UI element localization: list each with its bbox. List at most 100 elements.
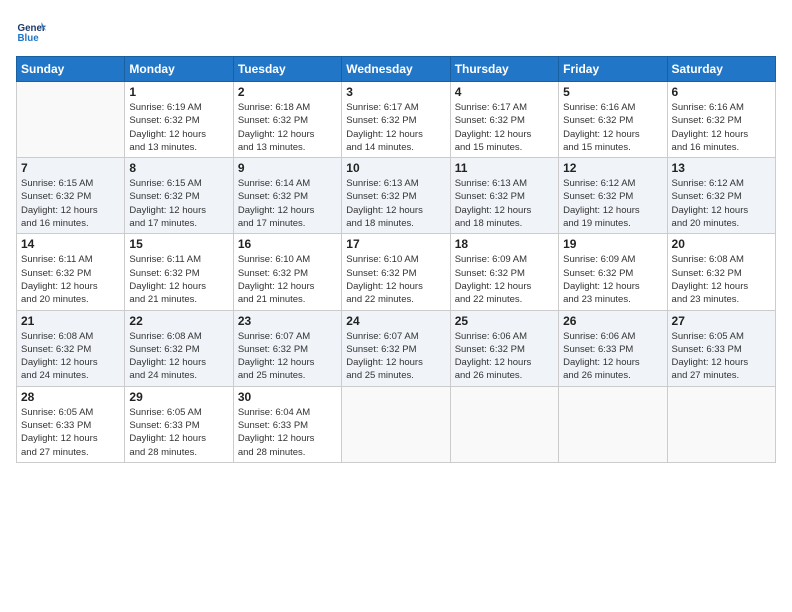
day-number: 9 <box>238 161 337 175</box>
calendar-cell: 5 Sunrise: 6:16 AMSunset: 6:32 PMDaylight… <box>559 82 667 158</box>
day-info: Sunrise: 6:06 AMSunset: 6:32 PMDaylight:… <box>455 330 554 383</box>
day-number: 12 <box>563 161 662 175</box>
day-info: Sunrise: 6:11 AMSunset: 6:32 PMDaylight:… <box>21 253 120 306</box>
calendar-cell: 17Sunrise: 6:10 AMSunset: 6:32 PMDayligh… <box>342 234 450 310</box>
day-number: 17 <box>346 237 445 251</box>
day-number: 14 <box>21 237 120 251</box>
calendar-cell: 19 Sunrise: 6:09 AMSunset: 6:32 PMDayligh… <box>559 234 667 310</box>
logo: General Blue <box>16 16 46 46</box>
calendar-cell: 25 Sunrise: 6:06 AMSunset: 6:32 PMDayligh… <box>450 310 558 386</box>
day-number: 30 <box>238 390 337 404</box>
day-number: 29 <box>129 390 228 404</box>
day-info: Sunrise: 6:15 AMSunset: 6:32 PMDaylight:… <box>21 177 120 230</box>
day-number: 20 <box>672 237 771 251</box>
day-number: 5 <box>563 85 662 99</box>
day-info: Sunrise: 6:18 AMSunset: 6:32 PMDaylight:… <box>238 101 337 154</box>
calendar-cell <box>667 386 775 462</box>
day-info: Sunrise: 6:07 AMSunset: 6:32 PMDaylight:… <box>346 330 445 383</box>
calendar-cell: 24 Sunrise: 6:07 AMSunset: 6:32 PMDayligh… <box>342 310 450 386</box>
day-number: 13 <box>672 161 771 175</box>
day-info: Sunrise: 6:15 AMSunset: 6:32 PMDaylight:… <box>129 177 228 230</box>
calendar-cell: 22 Sunrise: 6:08 AMSunset: 6:32 PMDayligh… <box>125 310 233 386</box>
day-number: 8 <box>129 161 228 175</box>
day-info: Sunrise: 6:16 AMSunset: 6:32 PMDaylight:… <box>672 101 771 154</box>
day-info: Sunrise: 6:09 AMSunset: 6:32 PMDaylight:… <box>563 253 662 306</box>
day-number: 25 <box>455 314 554 328</box>
calendar-cell: 29 Sunrise: 6:05 AMSunset: 6:33 PMDayligh… <box>125 386 233 462</box>
calendar-week-row: 1 Sunrise: 6:19 AMSunset: 6:32 PMDaylight… <box>17 82 776 158</box>
day-info: Sunrise: 6:08 AMSunset: 6:32 PMDaylight:… <box>21 330 120 383</box>
day-number: 1 <box>129 85 228 99</box>
day-info: Sunrise: 6:11 AMSunset: 6:32 PMDaylight:… <box>129 253 228 306</box>
day-info: Sunrise: 6:05 AMSunset: 6:33 PMDaylight:… <box>21 406 120 459</box>
calendar-cell: 30 Sunrise: 6:04 AMSunset: 6:33 PMDayligh… <box>233 386 341 462</box>
day-info: Sunrise: 6:05 AMSunset: 6:33 PMDaylight:… <box>129 406 228 459</box>
day-info: Sunrise: 6:19 AMSunset: 6:32 PMDaylight:… <box>129 101 228 154</box>
calendar-cell: 27 Sunrise: 6:05 AMSunset: 6:33 PMDayligh… <box>667 310 775 386</box>
weekday-header-saturday: Saturday <box>667 57 775 82</box>
calendar-cell: 3 Sunrise: 6:17 AMSunset: 6:32 PMDaylight… <box>342 82 450 158</box>
day-number: 27 <box>672 314 771 328</box>
day-number: 10 <box>346 161 445 175</box>
day-number: 4 <box>455 85 554 99</box>
calendar-cell: 6 Sunrise: 6:16 AMSunset: 6:32 PMDaylight… <box>667 82 775 158</box>
calendar-cell: 12 Sunrise: 6:12 AMSunset: 6:32 PMDayligh… <box>559 158 667 234</box>
day-number: 26 <box>563 314 662 328</box>
day-info: Sunrise: 6:08 AMSunset: 6:32 PMDaylight:… <box>672 253 771 306</box>
day-number: 6 <box>672 85 771 99</box>
calendar-cell <box>450 386 558 462</box>
day-info: Sunrise: 6:09 AMSunset: 6:32 PMDaylight:… <box>455 253 554 306</box>
day-info: Sunrise: 6:04 AMSunset: 6:33 PMDaylight:… <box>238 406 337 459</box>
calendar-cell: 4 Sunrise: 6:17 AMSunset: 6:32 PMDaylight… <box>450 82 558 158</box>
calendar-cell: 11 Sunrise: 6:13 AMSunset: 6:32 PMDayligh… <box>450 158 558 234</box>
calendar-week-row: 28Sunrise: 6:05 AMSunset: 6:33 PMDayligh… <box>17 386 776 462</box>
day-number: 18 <box>455 237 554 251</box>
day-info: Sunrise: 6:12 AMSunset: 6:32 PMDaylight:… <box>672 177 771 230</box>
day-number: 19 <box>563 237 662 251</box>
calendar-cell: 23 Sunrise: 6:07 AMSunset: 6:32 PMDayligh… <box>233 310 341 386</box>
day-number: 2 <box>238 85 337 99</box>
day-info: Sunrise: 6:14 AMSunset: 6:32 PMDaylight:… <box>238 177 337 230</box>
calendar-cell: 28Sunrise: 6:05 AMSunset: 6:33 PMDayligh… <box>17 386 125 462</box>
day-info: Sunrise: 6:13 AMSunset: 6:32 PMDaylight:… <box>455 177 554 230</box>
day-number: 3 <box>346 85 445 99</box>
calendar-cell: 8 Sunrise: 6:15 AMSunset: 6:32 PMDaylight… <box>125 158 233 234</box>
day-info: Sunrise: 6:12 AMSunset: 6:32 PMDaylight:… <box>563 177 662 230</box>
day-info: Sunrise: 6:16 AMSunset: 6:32 PMDaylight:… <box>563 101 662 154</box>
day-info: Sunrise: 6:05 AMSunset: 6:33 PMDaylight:… <box>672 330 771 383</box>
day-number: 22 <box>129 314 228 328</box>
calendar-cell: 18 Sunrise: 6:09 AMSunset: 6:32 PMDayligh… <box>450 234 558 310</box>
page-header: General Blue <box>16 16 776 46</box>
day-number: 16 <box>238 237 337 251</box>
day-number: 15 <box>129 237 228 251</box>
weekday-header-wednesday: Wednesday <box>342 57 450 82</box>
day-info: Sunrise: 6:13 AMSunset: 6:32 PMDaylight:… <box>346 177 445 230</box>
calendar-cell: 9 Sunrise: 6:14 AMSunset: 6:32 PMDaylight… <box>233 158 341 234</box>
calendar-week-row: 14 Sunrise: 6:11 AMSunset: 6:32 PMDayligh… <box>17 234 776 310</box>
calendar-table: SundayMondayTuesdayWednesdayThursdayFrid… <box>16 56 776 463</box>
calendar-cell: 14 Sunrise: 6:11 AMSunset: 6:32 PMDayligh… <box>17 234 125 310</box>
calendar-cell: 10 Sunrise: 6:13 AMSunset: 6:32 PMDayligh… <box>342 158 450 234</box>
calendar-week-row: 7 Sunrise: 6:15 AMSunset: 6:32 PMDaylight… <box>17 158 776 234</box>
day-number: 7 <box>21 161 120 175</box>
calendar-cell: 15 Sunrise: 6:11 AMSunset: 6:32 PMDayligh… <box>125 234 233 310</box>
calendar-cell <box>17 82 125 158</box>
calendar-header-row: SundayMondayTuesdayWednesdayThursdayFrid… <box>17 57 776 82</box>
day-info: Sunrise: 6:08 AMSunset: 6:32 PMDaylight:… <box>129 330 228 383</box>
day-info: Sunrise: 6:10 AMSunset: 6:32 PMDaylight:… <box>238 253 337 306</box>
calendar-cell: 1 Sunrise: 6:19 AMSunset: 6:32 PMDaylight… <box>125 82 233 158</box>
calendar-cell: 26 Sunrise: 6:06 AMSunset: 6:33 PMDayligh… <box>559 310 667 386</box>
day-info: Sunrise: 6:07 AMSunset: 6:32 PMDaylight:… <box>238 330 337 383</box>
day-number: 11 <box>455 161 554 175</box>
weekday-header-monday: Monday <box>125 57 233 82</box>
day-number: 23 <box>238 314 337 328</box>
calendar-cell: 21 Sunrise: 6:08 AMSunset: 6:32 PMDayligh… <box>17 310 125 386</box>
calendar-cell <box>559 386 667 462</box>
day-info: Sunrise: 6:17 AMSunset: 6:32 PMDaylight:… <box>455 101 554 154</box>
day-info: Sunrise: 6:06 AMSunset: 6:33 PMDaylight:… <box>563 330 662 383</box>
day-number: 21 <box>21 314 120 328</box>
day-info: Sunrise: 6:17 AMSunset: 6:32 PMDaylight:… <box>346 101 445 154</box>
calendar-cell: 16 Sunrise: 6:10 AMSunset: 6:32 PMDayligh… <box>233 234 341 310</box>
day-number: 24 <box>346 314 445 328</box>
svg-text:Blue: Blue <box>18 33 40 44</box>
